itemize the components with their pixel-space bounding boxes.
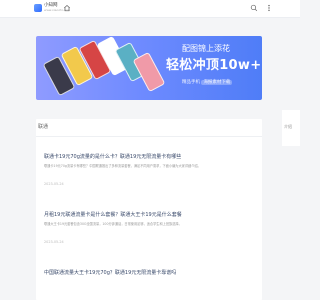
article-title[interactable]: 中国联通流量大王卡19元70g？联通19元无限流量卡靠谱吗 — [44, 270, 176, 276]
article-title[interactable]: 月租19元联通流量卡是什么套餐？联通大王卡19元是什么套餐 — [44, 212, 182, 218]
top-bar: 小知网 www.xiaozhi.com — [0, 0, 300, 18]
banner-subtitle-highlight: 海报素材下载 — [201, 80, 233, 85]
sidebar-card-text: 介绍 — [284, 124, 292, 129]
promo-banner[interactable]: 配图锦上添花 轻松冲顶10w+ 精品手机 海报素材下载 — [36, 36, 262, 100]
article-summary: 联通卡19元70g流量卡有哪些？中国联通推出了多种流量套餐，满足不同用户需求，下… — [44, 164, 201, 168]
banner-subtitle: 精品手机 海报素材下载 — [182, 80, 233, 86]
site-logo[interactable]: 小知网 www.xiaozhi.com — [34, 3, 70, 14]
article-summary: 联通大王卡19元套餐包含30G全国流量，100分钟通话，日常使用足够，适合学生和… — [44, 222, 182, 226]
logo-mark — [34, 4, 42, 12]
article-date: 2023-05-24 — [44, 182, 64, 186]
banner-title: 轻松冲顶10w+ — [166, 58, 262, 73]
article-title[interactable]: 联通卡19元70g流量的是什么卡？联通19元无限流量卡有哪些 — [44, 154, 181, 160]
banner-headline: 配图锦上添花 — [182, 44, 230, 53]
section-title: 联通 — [38, 124, 49, 130]
search-icon[interactable] — [250, 4, 258, 12]
home-icon[interactable] — [63, 4, 71, 12]
section-header: 联通 — [36, 119, 262, 137]
article-section: 联通 联通卡19元70g流量的是什么卡？联通19元无限流量卡有哪些 联通卡19元… — [36, 119, 262, 300]
article-date: 2023-05-24 — [44, 240, 64, 244]
sidebar-card: 介绍 — [282, 110, 300, 146]
menu-icon[interactable] — [265, 4, 273, 12]
banner-subtitle-prefix: 精品手机 — [182, 80, 200, 85]
